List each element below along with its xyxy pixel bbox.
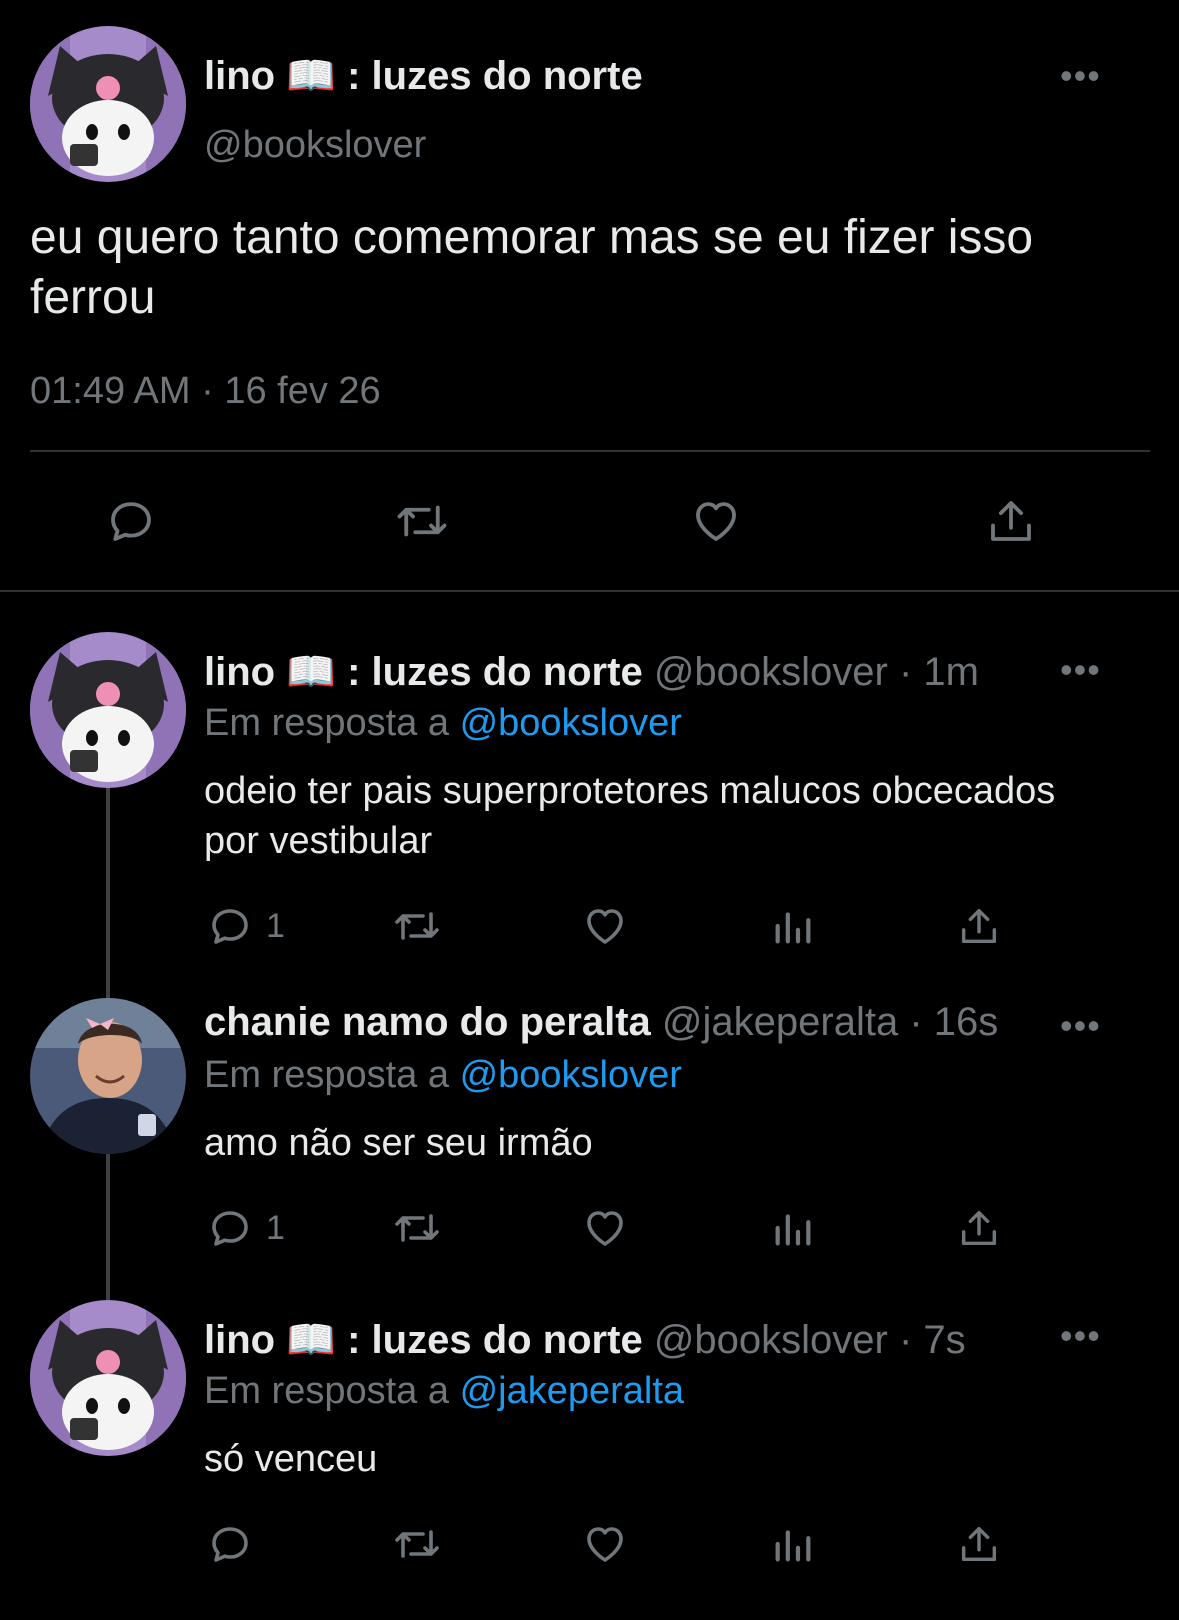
section-divider bbox=[0, 590, 1179, 592]
reply-to-link[interactable]: @jakeperalta bbox=[460, 1370, 684, 1412]
reply-context: Em resposta a @jakeperalta bbox=[204, 1370, 684, 1413]
like-icon[interactable] bbox=[580, 1204, 630, 1252]
reply-context: Em resposta a @bookslover bbox=[204, 1054, 682, 1097]
time: · 1m bbox=[899, 650, 979, 694]
share-icon[interactable] bbox=[956, 1520, 1002, 1568]
reply-button[interactable]: 1 bbox=[206, 1204, 285, 1252]
reply-icon bbox=[212, 1527, 248, 1562]
reply-count: 1 bbox=[266, 906, 285, 945]
more-horizontal-icon[interactable]: ••• bbox=[1060, 1318, 1101, 1354]
avatar[interactable] bbox=[30, 1300, 186, 1456]
retweet-icon[interactable] bbox=[390, 902, 444, 950]
retweet-icon[interactable] bbox=[390, 1204, 444, 1252]
display-name[interactable]: chanie namo do peralta bbox=[204, 1000, 651, 1044]
reply-icon bbox=[212, 909, 248, 944]
share-icon[interactable] bbox=[984, 494, 1038, 548]
reply-header: chanie namo do peralta @jakeperalta · 16… bbox=[204, 1000, 998, 1045]
display-name[interactable]: lino 📖 : luzes do norte bbox=[204, 1318, 643, 1362]
reply-button[interactable]: 1 bbox=[206, 902, 285, 950]
like-icon[interactable] bbox=[580, 1520, 630, 1568]
more-horizontal-icon[interactable]: ••• bbox=[1060, 1008, 1101, 1044]
avatar[interactable] bbox=[30, 998, 186, 1154]
reply-header: lino 📖 : luzes do norte @bookslover · 1m bbox=[204, 648, 979, 695]
timestamp: 01:49 AM · 16 fev 26 bbox=[30, 370, 381, 412]
display-name[interactable]: lino 📖 : luzes do norte bbox=[204, 52, 643, 99]
reply-context: Em resposta a @bookslover bbox=[204, 702, 682, 745]
reply-to-link[interactable]: @bookslover bbox=[460, 1054, 682, 1096]
reply-header: lino 📖 : luzes do norte @bookslover · 7s bbox=[204, 1316, 966, 1363]
tweet-text: só venceu bbox=[204, 1438, 378, 1480]
handle[interactable]: @bookslover bbox=[204, 124, 426, 167]
time: · 7s bbox=[899, 1318, 966, 1362]
tweet-text: odeio ter pais superprotetores malucos o… bbox=[204, 770, 1056, 862]
share-icon[interactable] bbox=[956, 1204, 1002, 1252]
more-horizontal-icon[interactable]: ••• bbox=[1060, 58, 1101, 94]
tweet-text: eu quero tanto comemorar mas se eu fizer… bbox=[30, 211, 1034, 324]
time: · 16s bbox=[909, 1000, 999, 1044]
display-name[interactable]: lino 📖 : luzes do norte bbox=[204, 650, 643, 694]
reply-to-link[interactable]: @bookslover bbox=[460, 702, 682, 744]
reply-count: 1 bbox=[266, 1208, 285, 1247]
share-icon[interactable] bbox=[956, 902, 1002, 950]
handle[interactable]: @bookslover bbox=[654, 1318, 888, 1362]
reply-prefix: Em resposta a bbox=[204, 702, 449, 744]
like-icon[interactable] bbox=[688, 494, 744, 548]
reply-icon[interactable] bbox=[104, 494, 158, 548]
handle[interactable]: @bookslover bbox=[654, 650, 888, 694]
retweet-icon[interactable] bbox=[392, 494, 452, 548]
tweet-text: amo não ser seu irmão bbox=[204, 1122, 593, 1164]
thread-line bbox=[106, 786, 110, 998]
thread-line bbox=[106, 1152, 110, 1300]
avatar[interactable] bbox=[30, 26, 186, 182]
reply-button[interactable] bbox=[206, 1520, 266, 1568]
divider bbox=[30, 450, 1150, 452]
more-horizontal-icon[interactable]: ••• bbox=[1060, 652, 1101, 688]
reply-prefix: Em resposta a bbox=[204, 1054, 449, 1096]
avatar[interactable] bbox=[30, 632, 186, 788]
like-icon[interactable] bbox=[580, 902, 630, 950]
analytics-icon[interactable] bbox=[770, 1204, 816, 1252]
analytics-icon[interactable] bbox=[770, 1520, 816, 1568]
handle[interactable]: @jakeperalta bbox=[662, 1000, 898, 1044]
reply-prefix: Em resposta a bbox=[204, 1370, 449, 1412]
reply-icon bbox=[212, 1211, 248, 1246]
analytics-icon[interactable] bbox=[770, 902, 816, 950]
retweet-icon[interactable] bbox=[390, 1520, 444, 1568]
